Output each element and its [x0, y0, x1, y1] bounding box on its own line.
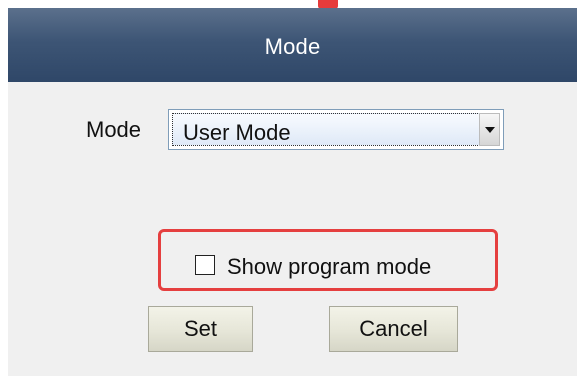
show-program-mode-label[interactable]: Show program mode [227, 254, 431, 280]
dropdown-arrow-triangle [484, 126, 495, 133]
chevron-down-icon[interactable] [479, 113, 500, 146]
mode-select-value: User Mode [183, 120, 291, 145]
mode-select-focus[interactable]: User Mode [172, 113, 480, 146]
mode-label: Mode [86, 117, 142, 142]
mode-select[interactable]: User Mode [168, 109, 504, 150]
show-program-mode-checkbox[interactable] [195, 255, 215, 275]
title-bar: Mode [8, 8, 577, 82]
cancel-button[interactable]: Cancel [329, 306, 458, 352]
dialog-title: Mode [264, 34, 321, 59]
set-button[interactable]: Set [148, 306, 253, 352]
mode-dialog: Mode Mode User Mode Show program mode Se… [8, 8, 577, 376]
